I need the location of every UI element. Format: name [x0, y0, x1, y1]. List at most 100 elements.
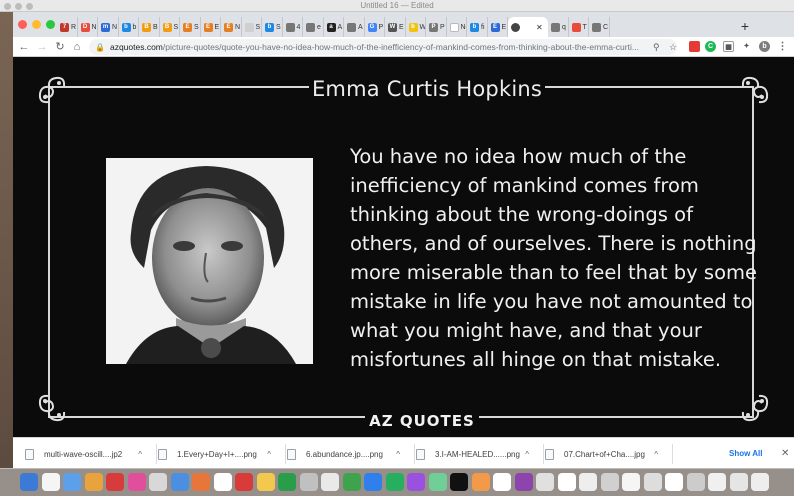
azquotes-logo[interactable]: AZ QUOTES [365, 410, 479, 432]
chevron-up-icon[interactable]: ^ [525, 450, 529, 459]
dock-app-icon[interactable] [428, 473, 447, 491]
download-item[interactable]: 3.I-AM-HEALED......png ^ [416, 444, 544, 464]
dock-app-icon[interactable] [278, 473, 296, 491]
dock-app-icon[interactable] [579, 473, 597, 491]
tab-active-azquotes[interactable]: ✕ [508, 17, 548, 37]
dock-app-icon[interactable] [192, 473, 210, 491]
tab-8[interactable]: EN [221, 17, 242, 37]
dock-app-icon[interactable] [63, 473, 81, 491]
dock-app-icon[interactable] [751, 473, 769, 491]
dock-app-icon[interactable] [213, 473, 232, 491]
dock-app-icon[interactable] [686, 473, 705, 491]
tab-1[interactable]: DN [78, 17, 98, 37]
dock-app-icon[interactable] [450, 473, 468, 491]
dock-app-icon[interactable] [385, 473, 404, 491]
tab-11[interactable]: 4 [283, 17, 303, 37]
reload-button[interactable]: ↻ [53, 40, 67, 54]
dock-app-icon[interactable] [622, 473, 640, 491]
dock-app-icon[interactable] [41, 473, 60, 491]
chevron-up-icon[interactable]: ^ [654, 450, 658, 459]
dock-app-icon[interactable] [149, 473, 167, 491]
tab-9[interactable]: S [242, 17, 262, 37]
tab-label: 4 [296, 23, 301, 31]
tab-4[interactable]: BB [139, 17, 160, 37]
dock-app-icon[interactable] [557, 473, 576, 491]
new-tab-button[interactable]: + [737, 18, 753, 34]
dock-app-icon[interactable] [708, 473, 726, 491]
tab-20[interactable]: b fi [467, 17, 488, 37]
lock-icon: 🔒 [95, 42, 105, 52]
tab-favicon-icon [306, 22, 315, 32]
download-item[interactable]: 6.abundance.jp....png ^ [287, 444, 415, 464]
show-all-downloads-button[interactable]: Show All [729, 446, 762, 462]
extensions-puzzle-icon[interactable]: ✦ [741, 41, 752, 52]
dock-app-icon[interactable] [407, 473, 425, 491]
downloads-bar: multi-wave-oscill....jp2 ^ 1.Every+Day+I+.… [13, 437, 794, 468]
bookmark-star-icon[interactable]: ☆ [669, 39, 677, 55]
chevron-up-icon[interactable]: ^ [396, 450, 400, 459]
tab-7[interactable]: EE [201, 17, 221, 37]
forward-button[interactable]: → [35, 40, 49, 54]
dock-app-icon[interactable] [536, 473, 554, 491]
chevron-up-icon[interactable]: ^ [267, 450, 271, 459]
back-button[interactable]: ← [17, 40, 31, 54]
dock-app-icon[interactable] [84, 473, 103, 491]
download-item[interactable]: 1.Every+Day+I+....png ^ [158, 444, 286, 464]
chevron-up-icon[interactable]: ^ [138, 450, 142, 459]
dock-app-icon[interactable] [364, 473, 382, 491]
tab-close-icon[interactable]: ✕ [536, 23, 543, 32]
profile-avatar[interactable]: b [759, 41, 770, 52]
dock-app-icon[interactable] [514, 473, 533, 491]
download-item[interactable]: multi-wave-oscill....jp2 ^ [25, 444, 157, 464]
dock-app-icon[interactable] [643, 473, 662, 491]
dock-app-icon[interactable] [256, 473, 275, 491]
tab-favicon-icon: 7 [60, 22, 69, 32]
extension-icon-red[interactable] [689, 41, 700, 52]
tab-15[interactable]: GP [365, 17, 385, 37]
dock-app-icon[interactable] [20, 473, 38, 491]
dock-app-icon[interactable] [493, 473, 511, 491]
home-button[interactable]: ⌂ [70, 40, 84, 54]
dock-app-icon[interactable] [127, 473, 146, 491]
extension-icon-green[interactable]: C [705, 41, 716, 52]
tab-16[interactable]: WE [385, 17, 406, 37]
tab-17[interactable]: bW [406, 17, 426, 37]
tab-2[interactable]: mN [98, 17, 119, 37]
download-item[interactable]: 07.Chart+of+Cha....jpg ^ [545, 444, 673, 464]
dock-app-icon[interactable] [321, 473, 339, 491]
dock-app-icon[interactable] [299, 473, 318, 491]
tab-12[interactable]: e [303, 17, 324, 37]
tab-13[interactable]: aA [324, 17, 344, 37]
address-bar[interactable]: 🔒 azquotes.com/picture-quotes/quote-you-… [89, 39, 677, 55]
tab-3[interactable]: bb [119, 17, 139, 37]
tab-label: E [399, 23, 404, 31]
zoom-window-button[interactable] [46, 20, 55, 29]
tab-after-2[interactable]: C [589, 17, 610, 37]
tab-after-1[interactable]: T [569, 17, 589, 37]
tab-18[interactable]: PP [426, 17, 447, 37]
minimize-window-button[interactable] [32, 20, 41, 29]
dock-app-icon[interactable] [471, 473, 490, 491]
tab-14[interactable]: A [344, 17, 365, 37]
menu-kebab-icon[interactable]: ⋮ [777, 41, 788, 52]
dock-app-icon[interactable] [665, 473, 683, 491]
tab-6[interactable]: ES [180, 17, 201, 37]
tab-19[interactable]: New [447, 17, 467, 37]
dock-app-icon[interactable] [342, 473, 361, 491]
dock-app-icon[interactable] [106, 473, 124, 491]
close-downloads-bar-button[interactable]: ✕ [781, 446, 789, 462]
dock-app-icon[interactable] [600, 473, 619, 491]
extension-icon-grid[interactable]: ▦ [723, 41, 734, 52]
tab-0[interactable]: 7R [57, 17, 78, 37]
tab-5[interactable]: BS [160, 17, 180, 37]
dock-app-icon[interactable] [729, 473, 748, 491]
tab-10[interactable]: bS [262, 17, 283, 37]
file-icon [416, 448, 425, 460]
tab-after-0[interactable]: q [548, 17, 569, 37]
zoom-icon[interactable]: ⚲ [653, 39, 660, 55]
tab-21[interactable]: EE [488, 17, 508, 37]
dock-app-icon[interactable] [170, 473, 189, 491]
dock-app-icon[interactable] [235, 473, 253, 491]
tab-favicon-icon: E [203, 22, 213, 32]
close-window-button[interactable] [18, 20, 27, 29]
